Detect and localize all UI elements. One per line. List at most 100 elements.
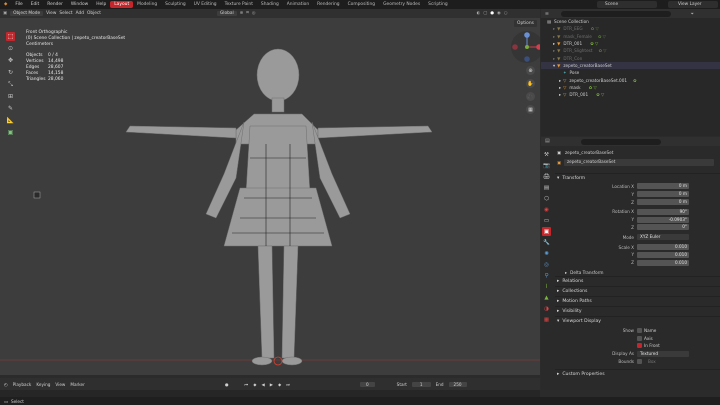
pivot-icon[interactable]: ⊕: [240, 11, 244, 16]
xray-icon[interactable]: ▢: [483, 11, 487, 16]
render-tab-icon[interactable]: 📷: [542, 161, 551, 170]
outliner-item[interactable]: ▸ ▽ mask ✿ ▽: [541, 84, 720, 91]
shading-render-icon[interactable]: ○: [504, 11, 508, 16]
world-tab-icon[interactable]: ◉: [542, 205, 551, 214]
transform-panel-header[interactable]: ▾ Transform: [555, 172, 720, 183]
rotation-x-field[interactable]: 90°: [637, 208, 689, 215]
rotation-z-field[interactable]: 0°: [637, 224, 689, 231]
physics-tab-icon[interactable]: ◎: [542, 260, 551, 269]
playback-menu[interactable]: Playback: [13, 382, 32, 387]
keying-menu[interactable]: Keying: [36, 382, 50, 387]
bounds-type-value[interactable]: Box: [648, 359, 656, 364]
scene-collection-row[interactable]: ▤ Scene Collection: [541, 18, 720, 25]
snap-icon[interactable]: ⌗: [246, 11, 248, 16]
shading-material-icon[interactable]: ◉: [497, 11, 501, 16]
current-frame-field[interactable]: 0: [360, 381, 375, 387]
tab-compositing[interactable]: Compositing: [344, 1, 380, 8]
end-field[interactable]: 250: [448, 381, 467, 387]
tool-tab-icon[interactable]: ⚒: [542, 150, 551, 159]
jump-end-icon[interactable]: ⏭: [286, 382, 290, 387]
pan-hand-icon[interactable]: ✋: [526, 79, 535, 88]
tab-rendering[interactable]: Rendering: [313, 1, 343, 8]
mode-dropdown[interactable]: Object Mode: [10, 11, 44, 16]
display-as-dropdown[interactable]: Textured: [637, 350, 689, 357]
outliner-item[interactable]: ▸ ▼ mask_Female ✿ ▽: [541, 33, 720, 40]
outliner-item[interactable]: ▸ ▼ DTR_001 ✿ ▽: [541, 40, 720, 47]
outliner-item[interactable]: ▸ ▼ DTR_EEG ✿ ▽: [541, 25, 720, 32]
material-tab-icon[interactable]: ▲: [542, 293, 551, 302]
play-icon[interactable]: ▶: [270, 382, 273, 387]
outliner-item[interactable]: ▸ ▼ DTR_Slightest ✿ ▽: [541, 47, 720, 54]
collection-tab-icon[interactable]: ▭: [542, 216, 551, 225]
collections-panel-header[interactable]: ▸ Collections: [555, 286, 720, 296]
overlay-icon[interactable]: ◐: [476, 11, 480, 16]
outliner-item[interactable]: ▸ ▼ DTR_Con: [541, 54, 720, 61]
show-in-front-checkbox[interactable]: [637, 343, 642, 349]
scene-selector[interactable]: Scene: [597, 1, 657, 8]
location-y-field[interactable]: 0 m: [637, 191, 689, 198]
menu-window[interactable]: Window: [67, 2, 92, 7]
outliner-item[interactable]: ▸ ▽ DTR_001 ✿ ▽: [541, 91, 720, 98]
location-x-field[interactable]: 0 m: [637, 183, 689, 190]
tab-scripting[interactable]: Scripting: [424, 1, 452, 8]
object-tab-icon[interactable]: ▣: [542, 227, 551, 236]
prev-key-icon[interactable]: ◆: [253, 382, 256, 387]
transform-tool-icon[interactable]: ⊞: [6, 92, 15, 101]
menu-render[interactable]: Render: [43, 2, 67, 7]
bounds-checkbox[interactable]: [637, 358, 642, 364]
proportional-icon[interactable]: ◎: [252, 11, 256, 16]
delta-transform-header[interactable]: ▸ Delta Transform: [555, 269, 720, 277]
options-button[interactable]: Options: [514, 20, 537, 27]
record-icon[interactable]: ●: [225, 382, 229, 387]
view-layer-selector[interactable]: View Layer: [668, 1, 718, 8]
outliner-item[interactable]: ✦ Pose: [541, 69, 720, 76]
viewport-display-panel-header[interactable]: ▾ Viewport Display: [555, 316, 720, 326]
rotation-y-field[interactable]: -0.0903°: [637, 216, 689, 223]
annotate-tool-icon[interactable]: ✎: [6, 104, 15, 113]
tab-sculpting[interactable]: Sculpting: [161, 1, 190, 8]
jump-start-icon[interactable]: ⏮: [245, 382, 249, 387]
tab-texture-paint[interactable]: Texture Paint: [221, 1, 257, 8]
properties-search[interactable]: [581, 138, 661, 145]
move-tool-icon[interactable]: ✥: [6, 56, 15, 65]
tab-shading[interactable]: Shading: [257, 1, 283, 8]
menu-view[interactable]: View: [46, 11, 56, 16]
select-box-tool-icon[interactable]: ⬚: [6, 32, 15, 41]
outliner-item-selected[interactable]: ▾ ▼ zepeto_creatorBaseSet: [541, 61, 720, 70]
object-name-field[interactable]: zepeto_creatorBaseSet: [563, 159, 714, 166]
show-name-checkbox[interactable]: [637, 327, 642, 333]
add-cube-tool-icon[interactable]: ▣: [6, 128, 15, 137]
measure-tool-icon[interactable]: 📐: [6, 116, 15, 125]
play-reverse-icon[interactable]: ◀: [262, 382, 265, 387]
relations-panel-header[interactable]: ▸ Relations: [555, 276, 720, 286]
particles-tab-icon[interactable]: ✺: [542, 249, 551, 258]
location-z-field[interactable]: 0 m: [637, 199, 689, 206]
view-layer-tab-icon[interactable]: ▤: [542, 183, 551, 192]
menu-help[interactable]: Help: [92, 2, 110, 7]
marker-menu[interactable]: Marker: [70, 382, 84, 387]
outliner-editor-icon[interactable]: ☰: [545, 11, 549, 16]
blender-logo-icon[interactable]: ◆: [0, 2, 11, 7]
orientation-dropdown[interactable]: Global: [216, 11, 237, 16]
scene-tab-icon[interactable]: ⬡: [542, 194, 551, 203]
filter-icon[interactable]: ⏷: [691, 11, 694, 16]
menu-add[interactable]: Add: [76, 11, 84, 16]
zoom-icon[interactable]: ⊕: [526, 66, 535, 75]
scale-tool-icon[interactable]: ⤡: [6, 80, 15, 89]
tab-geometry-nodes[interactable]: Geometry Nodes: [379, 1, 424, 8]
menu-select[interactable]: Select: [59, 11, 72, 16]
output-tab-icon[interactable]: 🖨: [542, 172, 551, 181]
properties-editor-icon[interactable]: ▤: [545, 138, 550, 144]
tab-uv-editing[interactable]: UV Editing: [190, 1, 221, 8]
modifier-tab-icon[interactable]: 🔧: [542, 238, 551, 247]
shader-tab-icon[interactable]: ▦: [542, 315, 551, 324]
camera-view-icon[interactable]: 🎥: [526, 92, 535, 101]
scale-z-field[interactable]: 0.010: [637, 259, 689, 266]
outliner-item[interactable]: ▸ ▽ zepeto_creatorBaseSet.001 ✿: [541, 76, 720, 83]
custom-properties-panel-header[interactable]: ▸ Custom Properties: [555, 369, 720, 379]
menu-edit[interactable]: Edit: [27, 2, 44, 7]
scale-x-field[interactable]: 0.010: [637, 244, 689, 251]
tab-modeling[interactable]: Modeling: [133, 1, 161, 8]
start-field[interactable]: 1: [411, 381, 431, 387]
scale-y-field[interactable]: 0.010: [637, 251, 689, 258]
